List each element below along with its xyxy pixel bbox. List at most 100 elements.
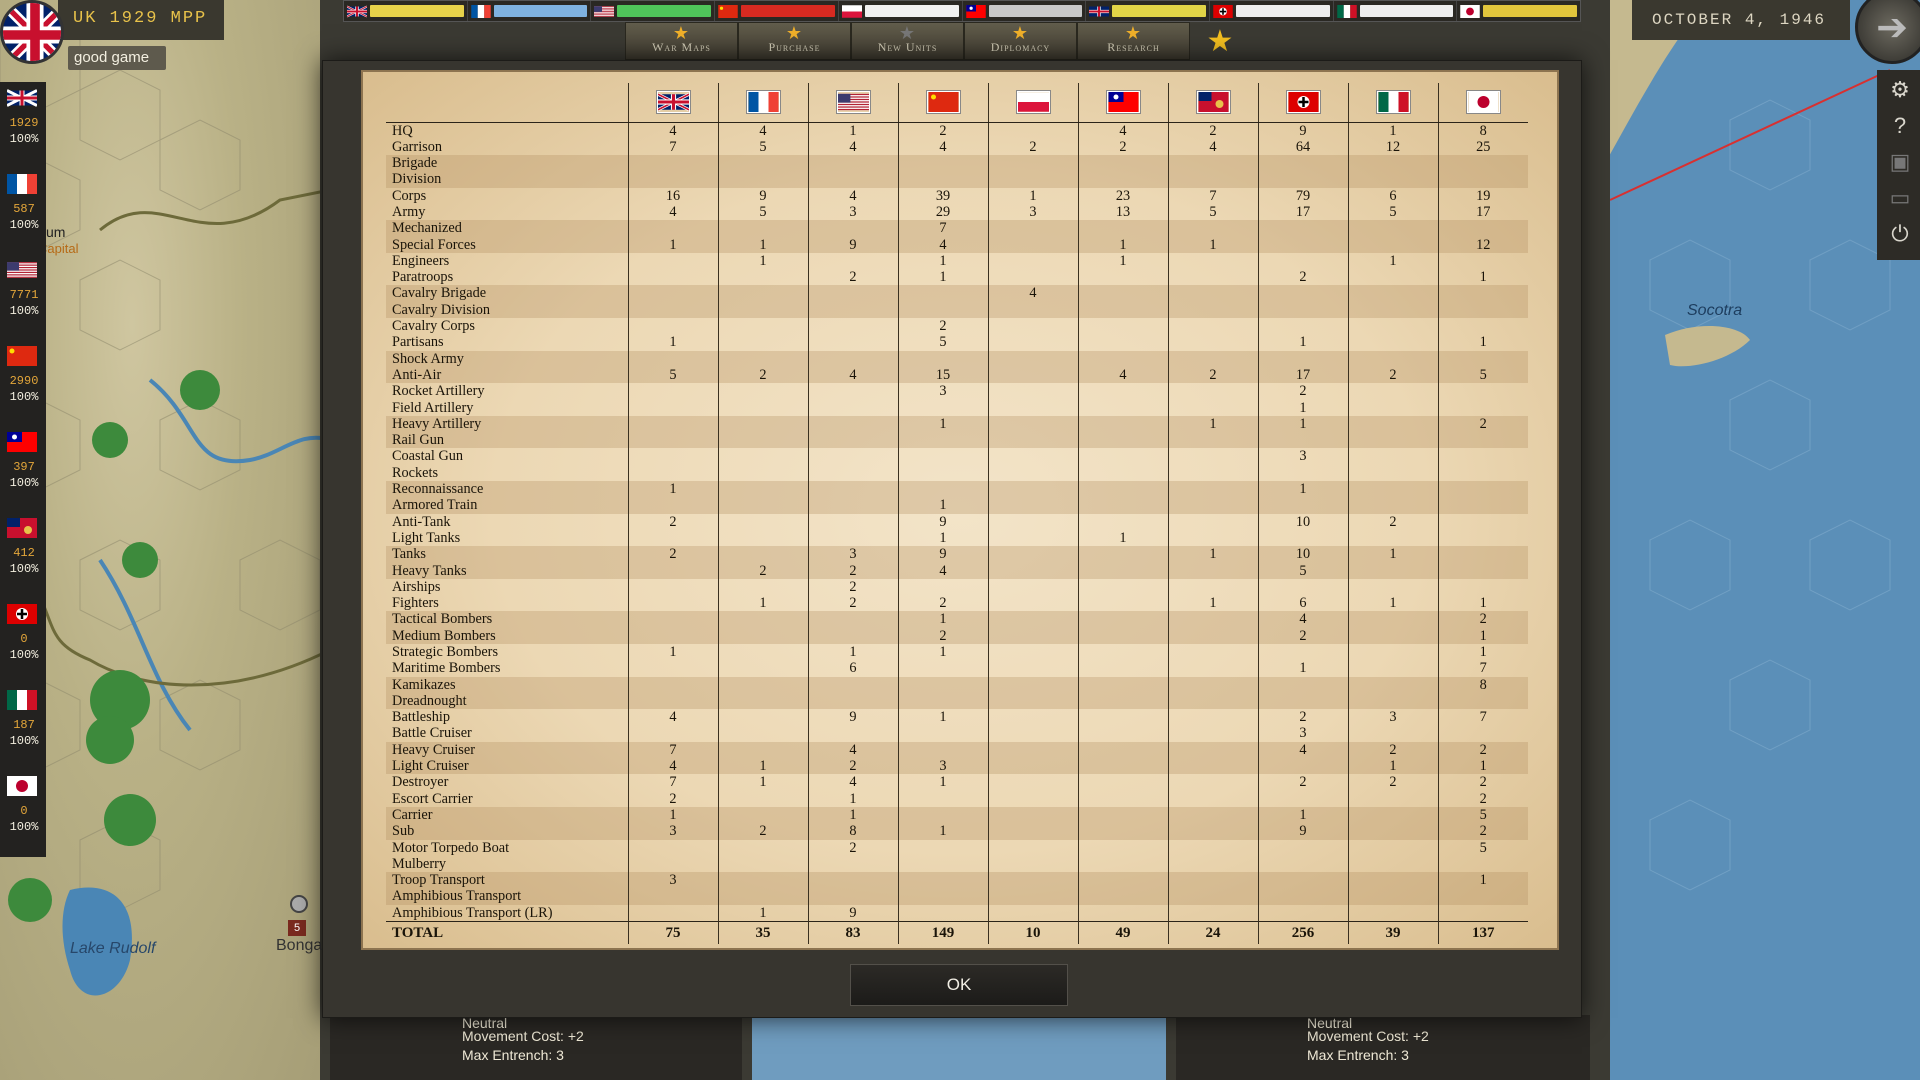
unit-count-cell [627, 220, 718, 237]
unit-count-cell: 2 [807, 595, 898, 612]
unit-count-cell [1437, 529, 1528, 547]
unit-count-cell [1167, 529, 1258, 547]
nation-list-item-cross[interactable]: 0 100% [0, 598, 46, 684]
nation-list-item-france[interactable]: 587 100% [0, 168, 46, 254]
topbar-nation-poland[interactable] [839, 1, 963, 21]
topbar-nation-mex[interactable] [1334, 1, 1458, 21]
unit-count-cell: 1 [1437, 644, 1528, 661]
topbar-nation-taiwan[interactable] [963, 1, 1087, 21]
hongkong-flag-icon [7, 518, 37, 538]
unit-count-cell [1167, 220, 1258, 237]
nav-new-units-button[interactable]: ★ New Units [851, 22, 964, 60]
save-icon[interactable]: ▣ [1886, 148, 1914, 176]
unit-count-cell [1437, 155, 1528, 172]
unit-strength-badge[interactable]: 5 [288, 920, 306, 936]
table-row: Battle Cruiser 3 [386, 725, 1528, 742]
unit-type-name: Light Tanks [392, 529, 461, 546]
table-row: Sub 3 2 8 1 9 2 [386, 823, 1528, 840]
gear-icon[interactable]: ⚙ [1886, 76, 1914, 104]
unit-count-cell [1167, 252, 1258, 270]
topbar-nation-china[interactable] [715, 1, 839, 21]
unit-count-cell: 2 [717, 562, 808, 579]
chat-icon[interactable]: ▭ [1886, 184, 1914, 212]
nav-research-button[interactable]: ★ Research [1077, 22, 1190, 60]
unit-count-cell [717, 155, 808, 172]
unit-count-cell [627, 301, 718, 319]
topbar-nation-usa[interactable] [591, 1, 716, 21]
unit-count-cell [1077, 513, 1168, 530]
unit-count-cell [987, 448, 1078, 465]
unit-count-cell: 1 [1347, 758, 1438, 775]
unit-type-name: Special Forces [392, 236, 476, 253]
nav-war-maps-button[interactable]: ★ War Maps [625, 22, 738, 60]
unit-count-cell: 2 [627, 546, 718, 563]
unit-count-cell [1437, 399, 1528, 416]
unit-type-name: Motor Torpedo Boat [392, 839, 510, 856]
unit-count-cell [1077, 758, 1168, 775]
unit-count-cell [807, 481, 898, 498]
nav-purchase-button[interactable]: ★ Purchase [738, 22, 851, 60]
unit-count-cell: 1 [627, 644, 718, 661]
nav-diplomacy-button[interactable]: ★ Diplomacy [964, 22, 1077, 60]
usa-flag-icon [7, 262, 37, 278]
unit-count-cell: 4 [807, 366, 898, 384]
unit-count-cell: 8 [1437, 676, 1528, 693]
topbar-nation-japan[interactable] [1457, 1, 1580, 21]
unit-count-cell [987, 366, 1078, 384]
unit-type-name: Mechanized [392, 220, 462, 237]
unit-count-cell [987, 839, 1078, 856]
unit-count-cell [1077, 432, 1168, 449]
nation-list-item-china[interactable]: 2990 100% [0, 340, 46, 426]
unit-count-cell [987, 562, 1078, 579]
unit-count-cell [1437, 888, 1528, 905]
unit-count-cell: 4 [627, 709, 718, 726]
col-header-japan [1437, 83, 1528, 123]
table-row: Destroyer 7 1 4 1 2 2 2 [386, 774, 1528, 791]
unit-count-cell [1167, 513, 1258, 530]
minimap[interactable] [752, 1015, 1166, 1080]
unit-count-cell: 4 [897, 236, 988, 253]
topbar-nation-cross[interactable] [1210, 1, 1334, 21]
unit-count-cell [1167, 758, 1258, 775]
nation-list-item-mex[interactable]: 187 100% [0, 684, 46, 770]
unit-count-cell [987, 301, 1078, 319]
unit-count-cell [627, 692, 718, 710]
unit-count-cell: 2 [1437, 823, 1528, 840]
unit-count-cell [1437, 448, 1528, 465]
active-nation-flag-icon[interactable] [0, 0, 64, 64]
unit-count-cell [1347, 806, 1438, 824]
unit-count-cell [1077, 692, 1168, 710]
unit-count-cell [717, 432, 808, 449]
topbar-nation-france[interactable] [468, 1, 592, 21]
unit-count-cell: 2 [1437, 741, 1528, 759]
unit-count-cell: 2 [1257, 269, 1348, 286]
nation-list-item-taiwan[interactable]: 397 100% [0, 426, 46, 512]
unit-count-cell [717, 855, 808, 873]
nation-list-item-usa[interactable]: 7771 100% [0, 254, 46, 340]
table-row: Partisans 1 5 1 1 [386, 334, 1528, 351]
player-message[interactable]: good game [68, 46, 166, 70]
nation-list-item-hongkong[interactable]: 412 100% [0, 512, 46, 598]
ok-button[interactable]: OK [850, 964, 1068, 1006]
unit-count-cell: 2 [1077, 138, 1168, 156]
unit-count-cell [1167, 644, 1258, 661]
unit-count-cell [717, 839, 808, 856]
table-header-row [386, 83, 1528, 123]
nation-list-item-japan[interactable]: 0 100% [0, 770, 46, 856]
unit-count-cell: 1 [717, 774, 808, 791]
total-cell: 35 [717, 921, 808, 944]
unit-type-name: Garrison [392, 138, 443, 155]
objectives-star-icon[interactable]: ★ [1190, 22, 1250, 60]
topbar-nation-uk[interactable] [344, 1, 468, 21]
power-icon[interactable]: ⏻ [1886, 220, 1914, 248]
unit-count-cell [1347, 448, 1438, 465]
city-marker[interactable] [290, 895, 308, 913]
help-icon[interactable]: ? [1886, 112, 1914, 140]
unit-count-cell [807, 432, 898, 449]
unit-count-cell [1167, 497, 1258, 514]
nation-list-item-uk[interactable]: 1929 100% [0, 82, 46, 168]
unit-count-cell: 2 [627, 790, 718, 807]
unit-count-cell: 1 [1437, 758, 1528, 775]
topbar-nation-uk2[interactable] [1086, 1, 1210, 21]
unit-type-name: Shock Army [392, 350, 464, 367]
